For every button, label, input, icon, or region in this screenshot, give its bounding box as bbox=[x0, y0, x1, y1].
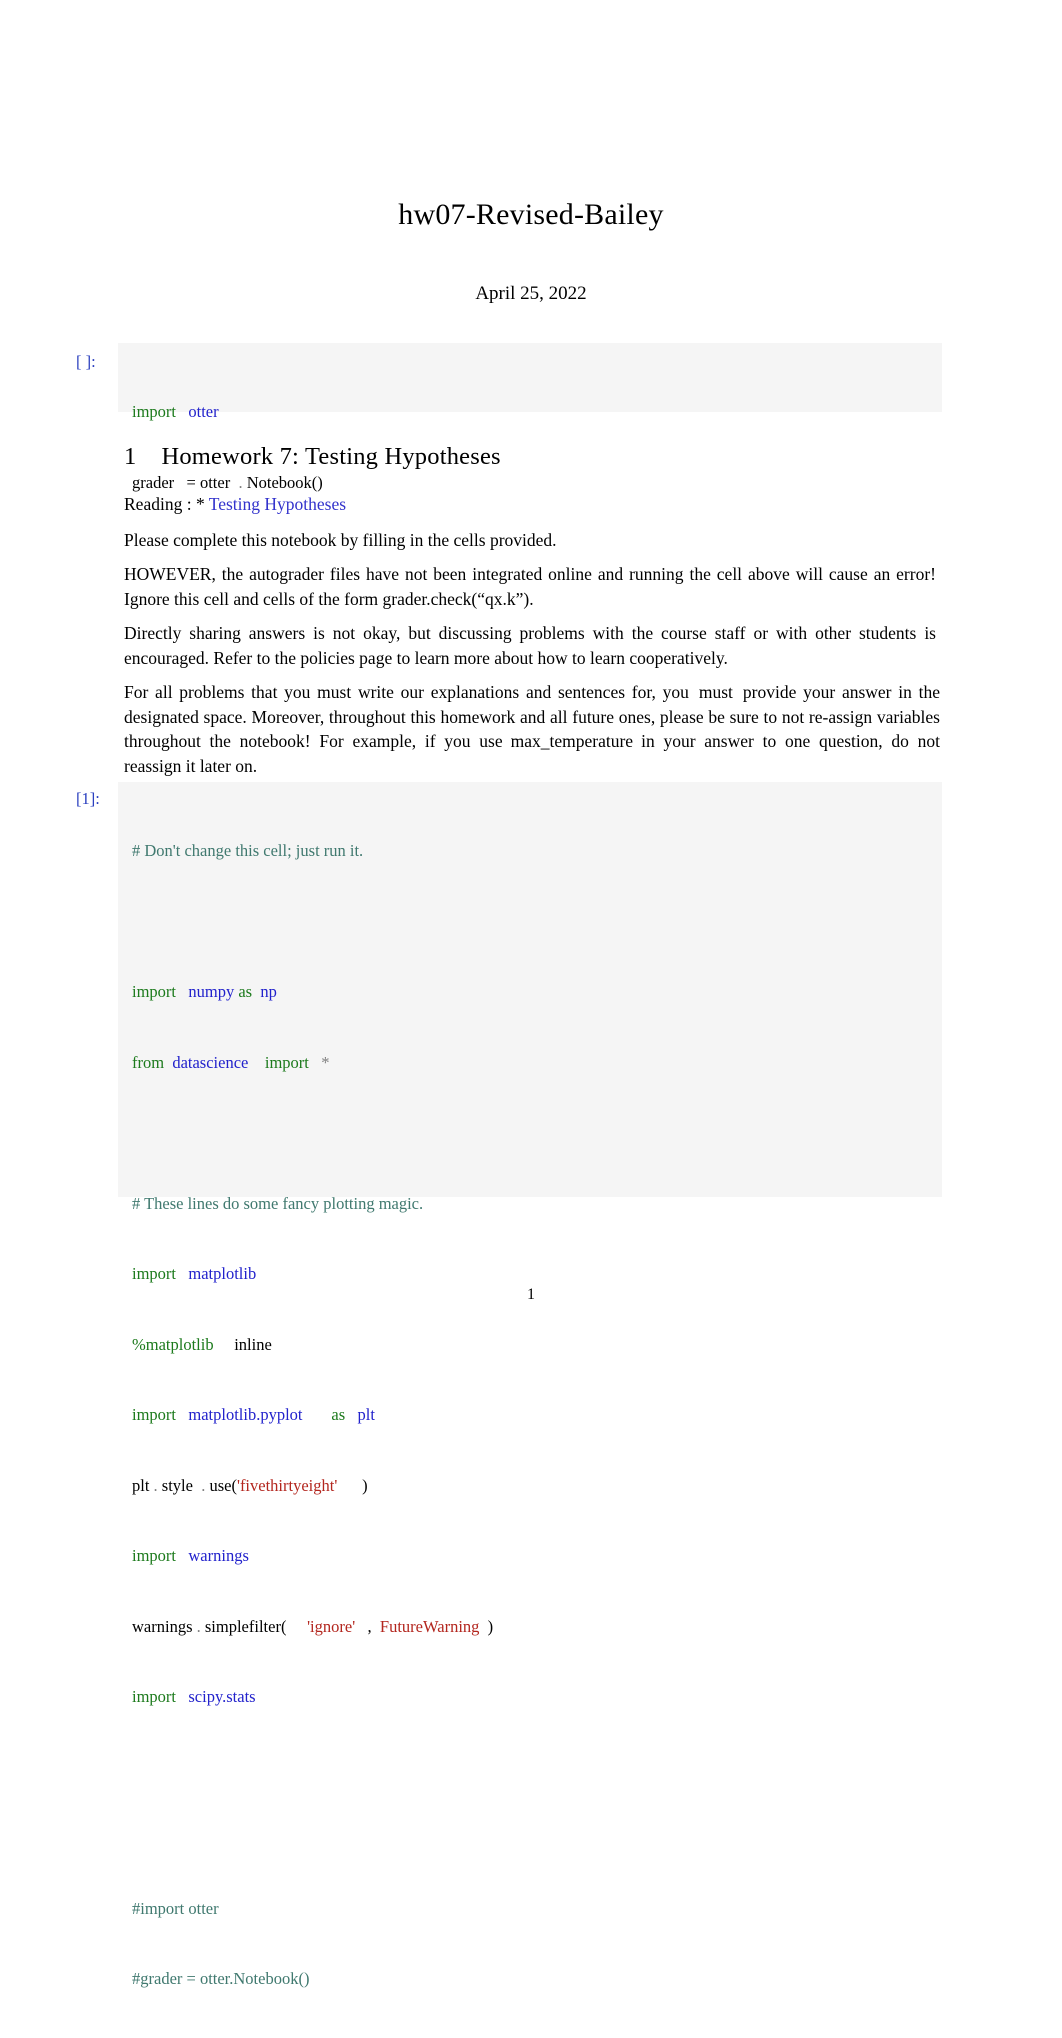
code-cell-1[interactable]: import otter grader = otter . Notebook() bbox=[118, 343, 942, 492]
paren-close: ) bbox=[362, 1475, 368, 1495]
module-otter: otter bbox=[188, 402, 219, 421]
document-date: April 25, 2022 bbox=[475, 283, 587, 304]
variable-grader: grader bbox=[132, 472, 175, 492]
paragraph-instructions: Please complete this notebook by filling… bbox=[124, 530, 557, 550]
object-plt: plt bbox=[132, 1475, 150, 1495]
object-otter: otter bbox=[199, 472, 231, 492]
code-line: plt . style . use('fivethirtyeight' ) bbox=[132, 1474, 942, 1498]
operator-dot: . bbox=[153, 1475, 158, 1495]
operator-dot: . bbox=[196, 1616, 201, 1636]
module-datascience: datascience bbox=[172, 1052, 249, 1072]
comment-plotting-magic: # These lines do some fancy plotting mag… bbox=[132, 1193, 424, 1213]
alias-plt: plt bbox=[357, 1405, 375, 1424]
module-matplotlib: matplotlib bbox=[188, 1264, 257, 1283]
keyword-import: import bbox=[132, 402, 176, 421]
keyword-import: import bbox=[132, 1264, 176, 1283]
code-line: # These lines do some fancy plotting mag… bbox=[132, 1192, 942, 1216]
guidelines-emphasis-must: must bbox=[698, 682, 733, 702]
code-line: import matplotlib bbox=[132, 1262, 942, 1286]
section-number: 1 bbox=[124, 443, 137, 470]
module-warnings: warnings bbox=[188, 1546, 249, 1565]
code-line: #import otter bbox=[132, 1897, 942, 1921]
code-line: warnings . simplefilter( 'ignore' , Futu… bbox=[132, 1615, 942, 1639]
alias-np: np bbox=[260, 982, 277, 1001]
code-line: #grader = otter.Notebook() bbox=[132, 1967, 942, 1991]
document-page: hw07-Revised-Bailey April 25, 2022 [ ]: … bbox=[0, 0, 1062, 1988]
section-title: Homework 7: Testing Hypotheses bbox=[161, 443, 501, 470]
code-line: import warnings bbox=[132, 1544, 942, 1568]
guidelines-text-a: For all problems that you must write our… bbox=[124, 682, 689, 702]
reading-link[interactable]: Testing Hypotheses bbox=[209, 494, 346, 514]
call-notebook: Notebook() bbox=[246, 472, 323, 492]
object-warnings: warnings bbox=[132, 1616, 193, 1636]
operator-dot: . bbox=[201, 1475, 206, 1495]
cell-1-prompt: [ ]: bbox=[76, 352, 96, 371]
keyword-import: import bbox=[264, 1052, 309, 1072]
reading-separator: : * bbox=[186, 494, 205, 514]
section-heading: 1 Homework 7: Testing Hypotheses bbox=[124, 443, 944, 471]
call-use: use( bbox=[209, 1475, 237, 1495]
operator-assign: = bbox=[186, 472, 196, 492]
operator-dot: . bbox=[238, 472, 243, 492]
cell-2-prompt: [1]: bbox=[76, 789, 100, 808]
call-simplefilter: simplefilter( bbox=[204, 1616, 287, 1636]
comment-dont-change: # Don't change this cell; just run it. bbox=[132, 841, 364, 860]
code-line: import scipy.stats bbox=[132, 1685, 942, 1709]
comment-import-otter: #import otter bbox=[132, 1898, 219, 1918]
page-title: hw07-Revised-Bailey bbox=[398, 198, 664, 231]
keyword-import: import bbox=[132, 1687, 176, 1706]
paragraph-collaboration-policy: Directly sharing answers is not okay, bu… bbox=[124, 623, 936, 668]
reading-line: Reading : * Testing Hypotheses bbox=[124, 492, 936, 517]
code-line: # Don't change this cell; just run it. bbox=[132, 839, 942, 863]
keyword-import: import bbox=[132, 1405, 176, 1424]
code-line: from datascience import * bbox=[132, 1051, 942, 1075]
magic-argument-inline: inline bbox=[234, 1334, 272, 1354]
keyword-import: import bbox=[132, 982, 176, 1001]
code-line: import otter bbox=[132, 400, 942, 424]
code-cell-2-source: # Don't change this cell; just run it. i… bbox=[118, 782, 942, 2038]
paragraph-answer-guidelines: For all problems that you must write our… bbox=[124, 680, 940, 778]
code-line: import matplotlib.pyplot as plt bbox=[132, 1403, 942, 1427]
reading-label: Reading bbox=[124, 494, 183, 514]
wildcard-star: * bbox=[321, 1052, 330, 1072]
keyword-import: import bbox=[132, 1546, 176, 1565]
keyword-as: as bbox=[238, 982, 253, 1001]
paragraph-autograder-warning: HOWEVER, the autograder files have not b… bbox=[124, 564, 936, 609]
code-line: import numpy as np bbox=[132, 980, 942, 1004]
guidelines-code-max-temperature: max_temperature bbox=[510, 731, 634, 751]
module-scipy-stats: scipy.stats bbox=[188, 1687, 256, 1706]
magic-matplotlib: matplotlib bbox=[145, 1334, 214, 1354]
keyword-as: as bbox=[331, 1405, 346, 1424]
page-number: 1 bbox=[527, 1286, 535, 1303]
code-cell-2[interactable]: # Don't change this cell; just run it. i… bbox=[118, 782, 942, 1988]
module-pyplot: matplotlib.pyplot bbox=[188, 1405, 303, 1424]
module-numpy: numpy bbox=[188, 982, 235, 1001]
code-line: grader = otter . Notebook() bbox=[132, 471, 942, 495]
magic-percent: % bbox=[132, 1334, 146, 1354]
string-ignore: 'ignore' bbox=[307, 1616, 356, 1636]
string-fivethirtyeight: 'fivethirtyeight' bbox=[236, 1475, 338, 1495]
comma: , bbox=[367, 1616, 372, 1636]
attribute-style: style bbox=[161, 1475, 193, 1495]
paren-close: ) bbox=[487, 1616, 494, 1636]
exception-futurewarning: FutureWarning bbox=[379, 1616, 480, 1636]
code-line: %matplotlib inline bbox=[132, 1333, 942, 1357]
keyword-from: from bbox=[132, 1052, 165, 1072]
comment-grader-notebook: #grader = otter.Notebook() bbox=[132, 1969, 310, 1988]
